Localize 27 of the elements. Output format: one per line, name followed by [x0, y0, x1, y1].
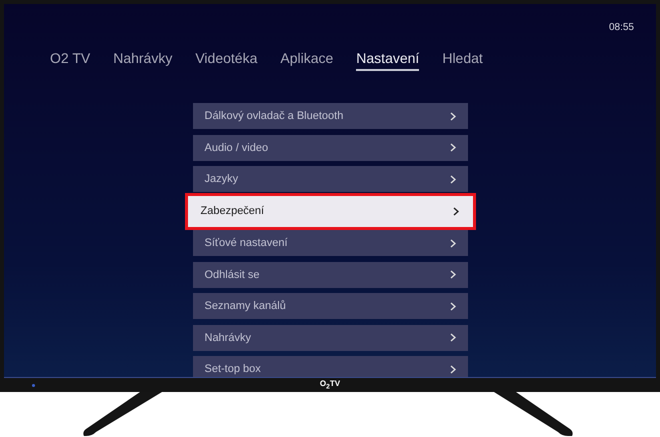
settings-item[interactable]: Seznamy kanálů	[192, 293, 468, 319]
settings-item[interactable]: Jazyky	[192, 166, 468, 192]
settings-item[interactable]: Zabezpečení	[184, 192, 476, 230]
brand-logo: O$_{2}$TV	[320, 379, 340, 391]
settings-item[interactable]: Set-top box	[192, 356, 468, 377]
settings-item[interactable]: Odhlásit se	[192, 262, 468, 288]
chevron-icon	[450, 238, 456, 248]
nav-tab[interactable]: Videotéka	[195, 50, 258, 68]
chevron-icon	[450, 112, 456, 120]
settings-item[interactable]: Dálkový ovladač a Bluetooth	[192, 103, 468, 129]
chevron-icon	[450, 143, 456, 152]
settings-item[interactable]: Síťové nastavení	[192, 230, 468, 256]
chevron-icon	[450, 270, 456, 279]
settings-item[interactable]: Nahrávky	[192, 324, 468, 350]
chevron-icon	[450, 302, 456, 310]
chevron-icon	[450, 174, 456, 184]
nav-tab[interactable]: Hledat	[442, 50, 483, 68]
settings-item[interactable]: Audio / video	[192, 134, 468, 160]
clock: 08:55	[608, 22, 634, 35]
chevron-icon	[450, 364, 456, 374]
nav-tab[interactable]: Nahrávky	[113, 50, 172, 68]
nav-tab[interactable]: Aplikace	[280, 50, 334, 68]
nav-tab[interactable]: Nastavení	[356, 50, 420, 71]
led-icon	[32, 384, 35, 387]
nav-tab[interactable]: O2 TV	[50, 50, 90, 68]
chevron-icon	[452, 206, 458, 216]
chevron-icon	[450, 333, 456, 342]
